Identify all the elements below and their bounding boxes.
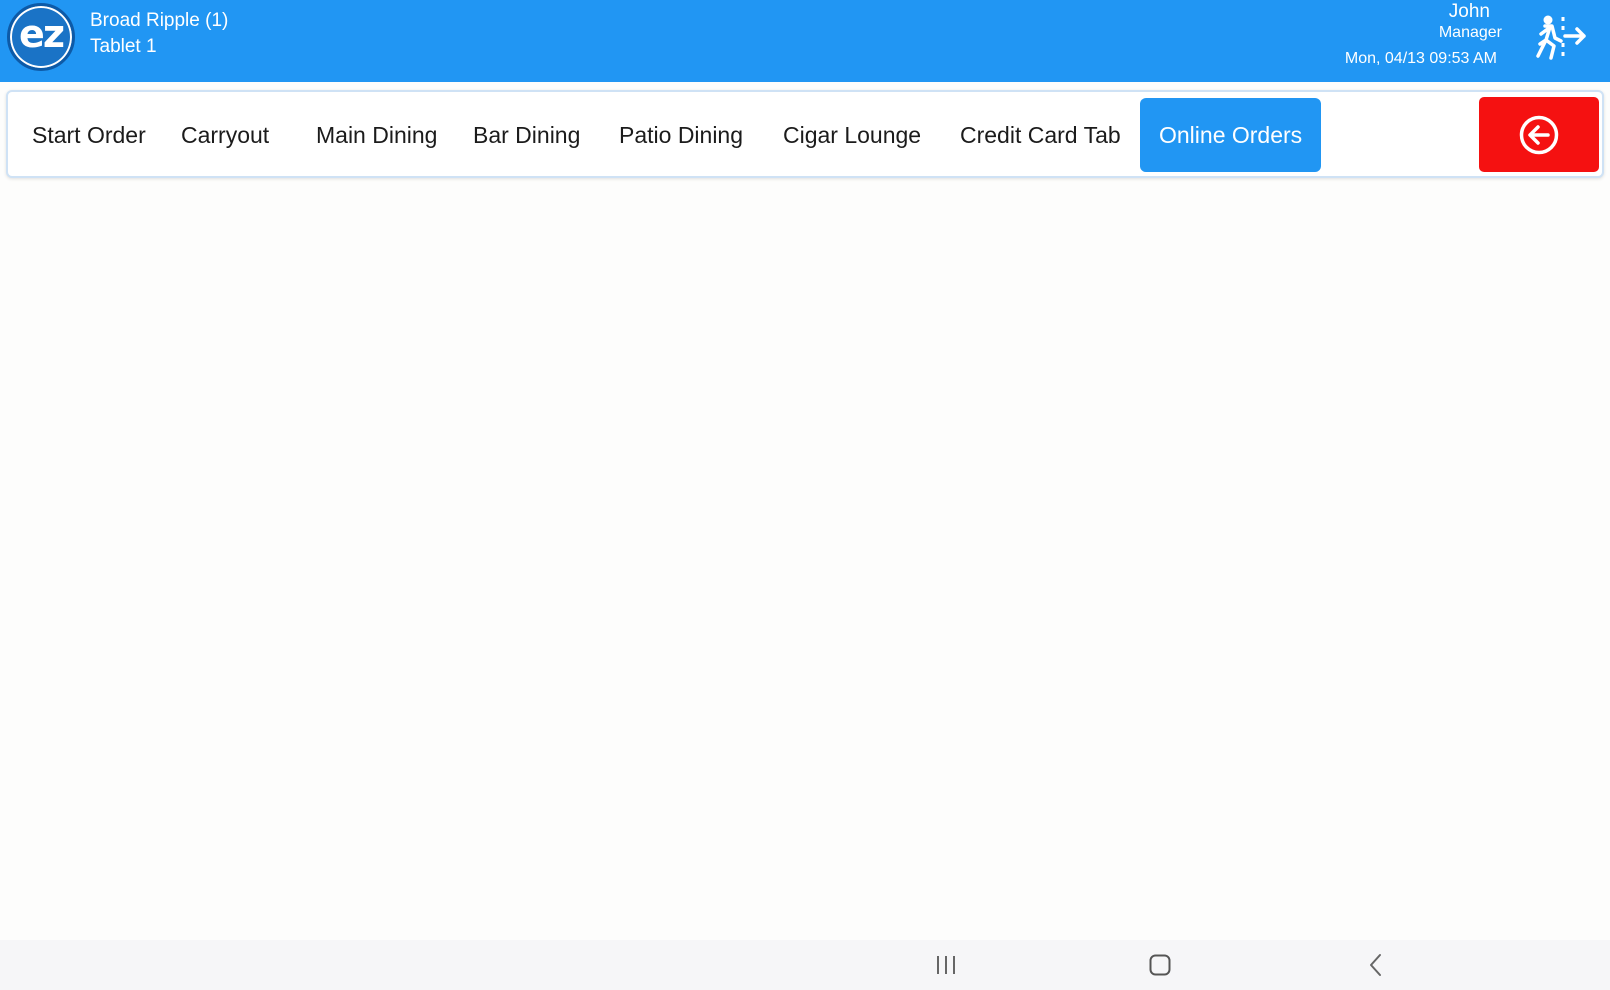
current-datetime: Mon, 04/13 09:53 AM	[1344, 50, 1497, 67]
tab-online-orders[interactable]: Online Orders	[1140, 98, 1322, 172]
back-icon	[1370, 954, 1381, 976]
home-button[interactable]	[1145, 950, 1175, 980]
store-info: Broad Ripple (1) Tablet 1	[90, 8, 228, 60]
tab-start-order[interactable]: Start Order	[32, 98, 146, 172]
logout-button[interactable]	[1532, 14, 1588, 60]
tab-cigar-lounge[interactable]: Cigar Lounge	[783, 98, 921, 172]
tab-credit-card-tab[interactable]: Credit Card Tab	[960, 98, 1121, 172]
tab-main-dining[interactable]: Main Dining	[316, 98, 437, 172]
circle-arrow-left-icon	[1519, 115, 1559, 154]
android-navigation-bar	[0, 940, 1610, 990]
user-role: Manager	[1438, 24, 1502, 41]
system-back-button[interactable]	[1361, 950, 1391, 980]
dining-area-tabs: Start Order Carryout Main Dining Bar Din…	[6, 90, 1604, 178]
device-name: Tablet 1	[90, 36, 157, 57]
home-icon	[1149, 954, 1171, 976]
tab-carryout[interactable]: Carryout	[181, 98, 269, 172]
person-exit-icon	[1536, 15, 1586, 60]
user-name: John	[1448, 1, 1490, 22]
back-button[interactable]	[1479, 97, 1599, 172]
logo-text: ez	[19, 12, 65, 56]
recent-apps-icon	[937, 956, 955, 974]
user-info: John Manager Mon, 04/13 09:53 AM	[1345, 1, 1502, 69]
top-bar: ez Broad Ripple (1) Tablet 1 John Manage…	[0, 0, 1610, 82]
tab-patio-dining[interactable]: Patio Dining	[619, 98, 743, 172]
store-name: Broad Ripple (1)	[90, 10, 229, 31]
ez-logo: ez	[7, 3, 75, 71]
recent-apps-button[interactable]	[931, 950, 961, 980]
tab-bar-dining[interactable]: Bar Dining	[473, 98, 580, 172]
